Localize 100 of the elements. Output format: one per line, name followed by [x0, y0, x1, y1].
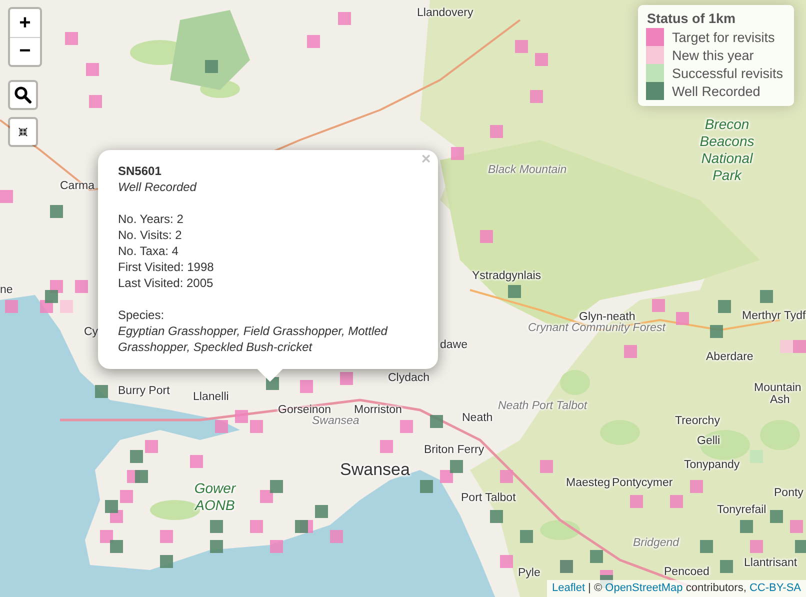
- grid-square: [430, 415, 443, 428]
- place-label: Glyn-neath: [579, 311, 636, 323]
- grid-square: [670, 495, 683, 508]
- collapse-arrows-icon: [18, 127, 28, 137]
- fullscreen-button[interactable]: [8, 117, 38, 147]
- legend-label: New this year: [672, 48, 754, 62]
- grid-square: [760, 290, 773, 303]
- grid-square: [135, 470, 148, 483]
- grid-square: [652, 299, 665, 312]
- grid-square: [530, 90, 543, 103]
- grid-square: [105, 500, 118, 513]
- grid-square: [750, 450, 763, 463]
- grid-square: [340, 372, 353, 385]
- place-label: Morriston: [354, 404, 402, 416]
- grid-square: [793, 340, 806, 353]
- grid-square: [480, 230, 493, 243]
- grid-square: [700, 540, 713, 553]
- place-label: Ponty: [774, 487, 804, 500]
- grid-square: [215, 420, 228, 433]
- openstreetmap-link[interactable]: OpenStreetMap: [605, 582, 683, 594]
- grid-square: [120, 490, 133, 503]
- search-icon: [14, 86, 32, 104]
- grid-square: [205, 60, 218, 73]
- leaflet-link[interactable]: Leaflet: [552, 582, 585, 594]
- grid-square: [250, 420, 263, 433]
- grid-square: [0, 190, 13, 203]
- grid-square: [690, 480, 703, 493]
- grid-square: [490, 125, 503, 138]
- place-label: Briton Ferry: [424, 444, 484, 457]
- grid-square: [770, 510, 783, 523]
- place-label: Neath: [462, 412, 493, 425]
- place-label: Ash: [770, 394, 790, 407]
- place-label: Pontycymer: [612, 477, 673, 490]
- legend-label: Successful revisits: [672, 66, 784, 80]
- place-label: Tonyrefail: [717, 504, 766, 517]
- popup-detail: No. Years: 2: [118, 211, 184, 227]
- grid-square: [86, 63, 99, 76]
- grid-square: [400, 420, 413, 433]
- grid-square: [270, 480, 283, 493]
- place-label: Llantrisant: [744, 557, 798, 570]
- grid-square: [307, 35, 320, 48]
- grid-square: [190, 455, 203, 468]
- grid-square: [790, 520, 803, 533]
- grid-square: [270, 540, 283, 553]
- place-label: Llandovery: [417, 7, 474, 20]
- grid-square: [50, 205, 63, 218]
- grid-square: [420, 480, 433, 493]
- grid-square: [780, 340, 793, 353]
- grid-square: [100, 530, 113, 543]
- grid-square: [440, 470, 453, 483]
- grid-square: [330, 530, 343, 543]
- grid-square: [535, 53, 548, 66]
- grid-square: [710, 325, 723, 338]
- grid-square: [515, 40, 528, 53]
- popup-detail: No. Taxa: 4: [118, 243, 180, 259]
- popup-title: SN5601: [118, 163, 162, 179]
- grid-square: [210, 540, 223, 553]
- grid-square: [75, 280, 88, 293]
- license-link[interactable]: CC-BY-SA: [749, 582, 801, 594]
- grid-square: [676, 312, 689, 325]
- place-label: Tonypandy: [684, 459, 740, 472]
- place-label: Bridgend: [633, 537, 680, 550]
- place-label: Port Talbot: [461, 492, 516, 505]
- grid-square: [718, 300, 731, 313]
- grid-square: [630, 495, 643, 508]
- popup-detail: First Visited: 1998: [118, 259, 215, 275]
- legend-label: Well Recorded: [672, 84, 760, 98]
- place-label: Pyle: [518, 567, 540, 580]
- grid-square: [624, 345, 637, 358]
- search-button[interactable]: [8, 80, 38, 110]
- grid-square: [740, 520, 753, 533]
- place-label: Pencoed: [664, 566, 710, 579]
- grid-square: [315, 505, 328, 518]
- grid-square: [300, 380, 313, 393]
- place-label: ne: [0, 284, 13, 297]
- grid-square: [160, 530, 173, 543]
- grid-square: [451, 147, 464, 160]
- grid-square: [89, 95, 102, 108]
- place-label: Maesteg: [566, 477, 610, 490]
- popup-detail: No. Visits: 2: [118, 227, 183, 243]
- place-label: Swansea: [312, 415, 360, 428]
- place-label: Gower AONB: [193, 480, 237, 514]
- place-label: Mountain: [754, 382, 802, 394]
- grid-square: [235, 410, 248, 423]
- legend-label: Target for revisits: [672, 30, 775, 44]
- place-label: Aberdare: [706, 351, 754, 364]
- place-label: Llanelli: [193, 391, 229, 404]
- grid-square: [590, 550, 603, 563]
- grid-square: [250, 520, 263, 533]
- place-label: Ystradgynlais: [472, 270, 542, 283]
- grid-square: [210, 520, 223, 533]
- grid-square: [260, 490, 273, 503]
- grid-square: [145, 440, 158, 453]
- grid-square: [160, 555, 173, 568]
- popup-status: Well Recorded: [118, 179, 198, 195]
- grid-square: [380, 440, 393, 453]
- place-label: Black Mountain: [488, 164, 567, 177]
- grid-square: [450, 460, 463, 473]
- place-label: Neath Port Talbot: [498, 400, 588, 413]
- place-label: Gelli: [697, 435, 720, 448]
